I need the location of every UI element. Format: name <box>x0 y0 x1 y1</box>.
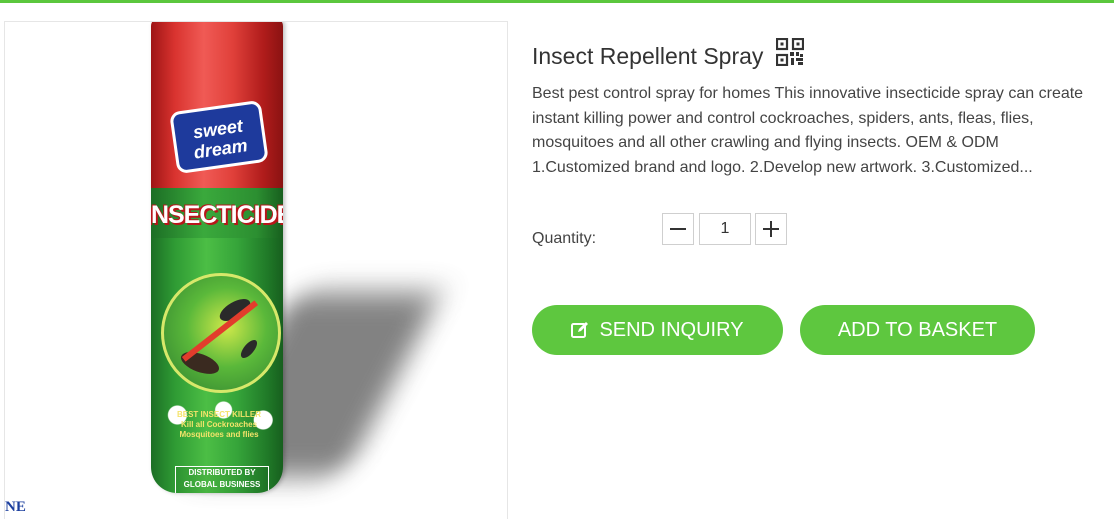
can-product-word: INSECTICIDE <box>151 201 283 229</box>
send-inquiry-button[interactable]: SEND INQUIRY <box>532 305 783 355</box>
add-to-basket-label: ADD TO BASKET <box>837 318 998 341</box>
bug-graphic <box>161 273 281 393</box>
edit-icon <box>571 322 589 338</box>
product-description: Best pest control spray for homes This i… <box>532 85 1084 176</box>
minus-icon <box>670 228 686 230</box>
qr-code-icon[interactable] <box>776 38 804 66</box>
can-label-text: BEST INSECT KILLER Kill all Cockroaches … <box>176 410 261 439</box>
plus-icon <box>763 221 779 237</box>
quantity-label: Quantity: <box>532 230 597 247</box>
top-accent-bar <box>0 0 1114 3</box>
brand-logo: sweet dream <box>169 99 269 175</box>
add-to-basket-button[interactable]: ADD TO BASKET <box>800 305 1035 355</box>
quantity-increase-button[interactable] <box>755 213 787 245</box>
spray-can: sweet dream INSECTICIDE BEST INSECT KILL… <box>151 22 283 493</box>
send-inquiry-label: SEND INQUIRY <box>599 318 744 341</box>
corner-text: NE <box>5 499 26 515</box>
product-title: Insect Repellent Spray <box>532 43 764 69</box>
quantity-decrease-button[interactable] <box>662 213 694 245</box>
product-image[interactable]: sweet dream INSECTICIDE BEST INSECT KILL… <box>4 21 508 519</box>
quantity-input[interactable] <box>699 213 751 245</box>
can-distributor-text: DISTRIBUTED BY GLOBAL BUSINESS <box>175 466 269 493</box>
